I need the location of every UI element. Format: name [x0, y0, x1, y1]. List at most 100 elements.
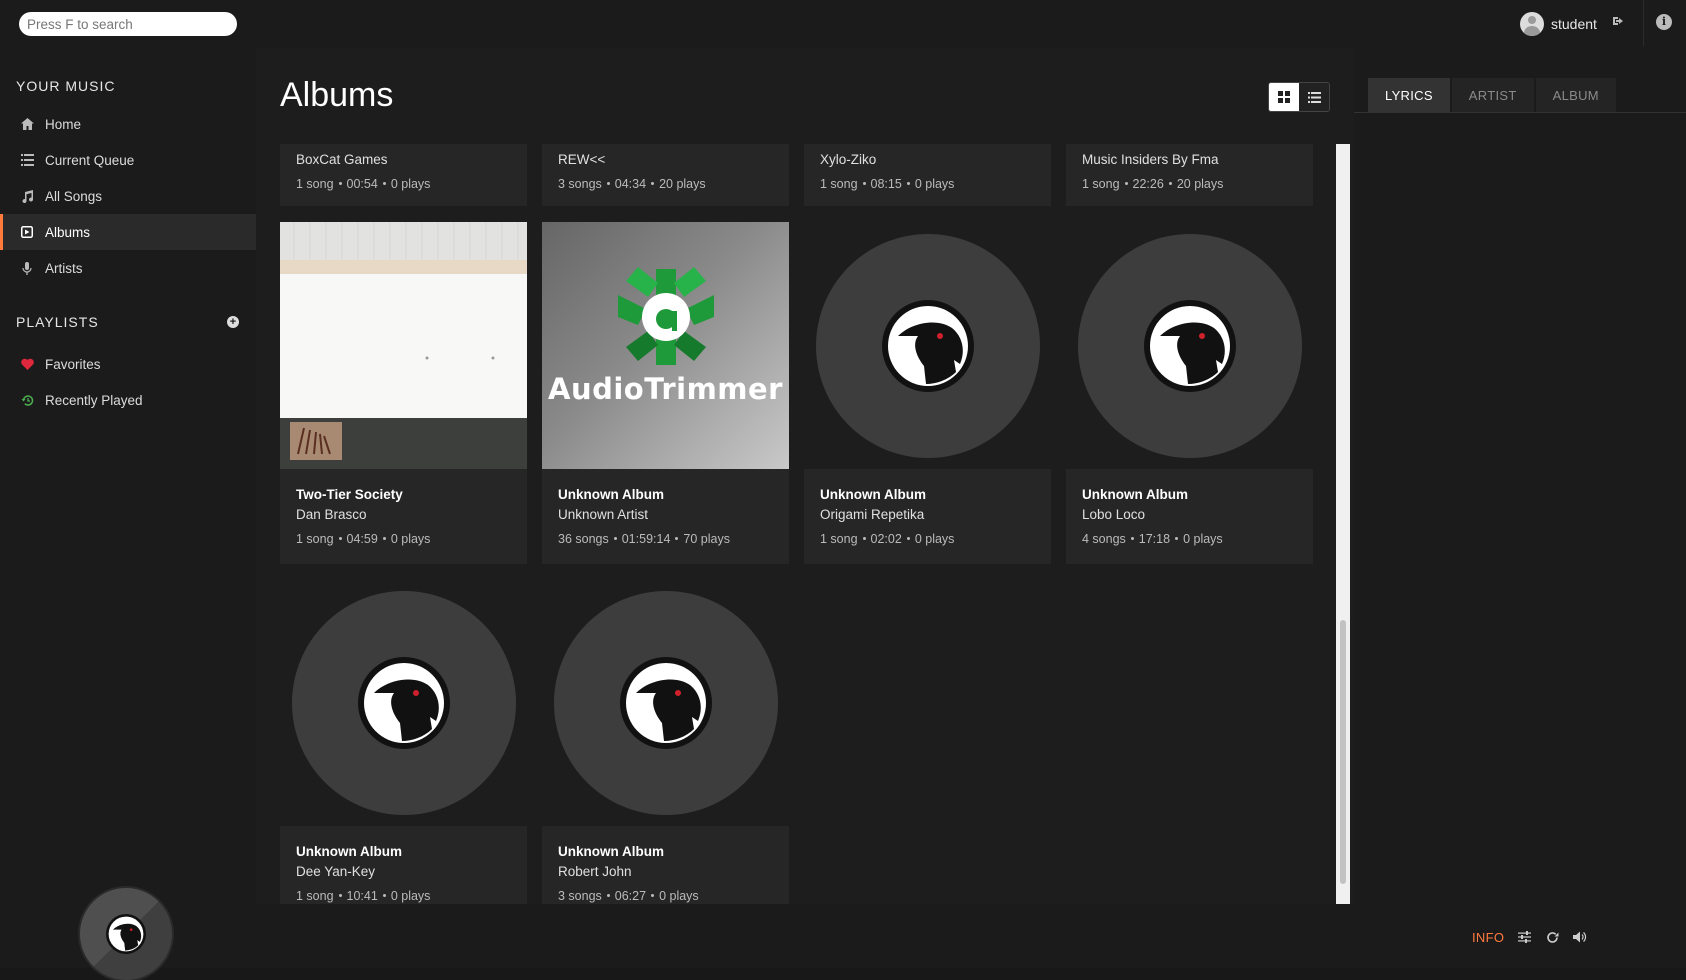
extra-panel: LYRICS ARTIST ALBUM [1354, 48, 1686, 904]
album-meta: Unknown Album Origami Repetika 1 song 02:… [804, 469, 1051, 564]
list-view-button[interactable] [1299, 83, 1329, 111]
album-artist[interactable]: Music Insiders By Fma [1082, 150, 1297, 170]
sidebar-item-label: Recently Played [45, 392, 143, 408]
logout-icon[interactable] [1612, 14, 1630, 32]
tab-album[interactable]: ALBUM [1535, 78, 1616, 112]
album-meta: REW<< 3 songs 04:34 20 plays [542, 144, 789, 206]
album-meta: Music Insiders By Fma 1 song 22:26 20 play… [1066, 144, 1313, 206]
album-meta: Unknown Album Unknown Artist 36 songs 01:… [542, 469, 789, 564]
page-title: Albums [280, 76, 394, 114]
album-icon [19, 226, 35, 238]
album-card[interactable]: Unknown Album Robert John 3 songs 06:27 0 … [542, 579, 789, 904]
equalizer-icon[interactable] [1516, 929, 1532, 945]
album-artist[interactable]: BoxCat Games [296, 150, 511, 170]
search-input[interactable] [19, 12, 237, 36]
tab-lyrics[interactable]: LYRICS [1368, 78, 1450, 112]
sidebar-item-label: All Songs [45, 188, 103, 204]
top-header: student i [0, 0, 1686, 48]
tab-artist[interactable]: ARTIST [1451, 78, 1534, 112]
info-toggle-button[interactable]: INFO [1472, 930, 1504, 945]
album-card[interactable]: Xylo-Ziko 1 song 08:15 0 plays [804, 144, 1051, 206]
sidebar-item-all-songs[interactable]: All Songs [0, 178, 256, 214]
album-stats: 1 song 08:15 0 plays [820, 177, 955, 191]
album-artist[interactable]: Origami Repetika [820, 505, 1035, 525]
playlists-heading: PLAYLISTS [16, 314, 99, 330]
sidebar-item-recently-played[interactable]: Recently Played [0, 382, 256, 418]
sidebar-item-artists[interactable]: Artists [0, 250, 256, 286]
album-title[interactable]: Unknown Album [820, 485, 1035, 505]
sidebar-item-label: Artists [45, 260, 83, 276]
crow-logo-icon [106, 914, 146, 954]
volume-icon[interactable] [1572, 929, 1588, 945]
album-meta: Unknown Album Robert John 3 songs 06:27 0 … [542, 826, 789, 904]
album-artist[interactable]: Lobo Loco [1082, 505, 1297, 525]
vinyl-placeholder [1078, 234, 1302, 458]
album-card[interactable]: Unknown Album Dee Yan-Key 1 song 10:41 0 p… [280, 579, 527, 904]
vinyl-placeholder [816, 234, 1040, 458]
album-title[interactable]: Two-Tier Society [296, 485, 511, 505]
album-cover[interactable] [542, 579, 789, 826]
album-card[interactable]: Music Insiders By Fma 1 song 22:26 20 play… [1066, 144, 1313, 206]
album-artist[interactable]: Robert John [558, 862, 773, 882]
album-card[interactable]: BoxCat Games 1 song 00:54 0 plays [280, 144, 527, 206]
album-title[interactable]: Unknown Album [558, 485, 773, 505]
scrollbar[interactable] [1336, 144, 1350, 904]
album-meta: Unknown Album Dee Yan-Key 1 song 10:41 0 p… [280, 826, 527, 904]
sidebar-item-home[interactable]: Home [0, 106, 256, 142]
album-cover[interactable] [804, 222, 1051, 469]
album-stats: 4 songs 17:18 0 plays [1082, 532, 1223, 546]
album-title[interactable]: Unknown Album [558, 842, 773, 862]
album-artist[interactable]: Dee Yan-Key [296, 862, 511, 882]
list-icon [19, 154, 35, 166]
album-meta: Two-Tier Society Dan Brasco 1 song 04:59 0… [280, 469, 527, 564]
home-icon [19, 118, 35, 130]
album-meta: Unknown Album Lobo Loco 4 songs 17:18 0 pl… [1066, 469, 1313, 564]
album-card[interactable]: AudioTrimmer Unknown Album Unknown Artis… [542, 222, 789, 564]
album-stats: 1 song 04:59 0 plays [296, 532, 431, 546]
album-card[interactable]: REW<< 3 songs 04:34 20 plays [542, 144, 789, 206]
crow-logo-icon [882, 300, 974, 392]
now-playing-cover[interactable] [80, 888, 172, 980]
player-footer [0, 904, 1686, 968]
username[interactable]: student [1551, 16, 1597, 32]
tabs-divider [1354, 112, 1686, 113]
vinyl-placeholder [554, 591, 778, 815]
sidebar-item-label: Albums [45, 224, 91, 240]
audiotrimmer-logo [618, 267, 714, 365]
album-card[interactable]: Unknown Album Origami Repetika 1 song 02:… [804, 222, 1051, 564]
album-cover[interactable] [1066, 222, 1313, 469]
album-artist[interactable]: Dan Brasco [296, 505, 511, 525]
album-stats: 36 songs 01:59:14 70 plays [558, 532, 730, 546]
crow-logo-icon [358, 657, 450, 749]
repeat-icon[interactable] [1544, 929, 1560, 945]
add-playlist-icon[interactable]: + [227, 316, 239, 328]
sidebar-item-current-queue[interactable]: Current Queue [0, 142, 256, 178]
avatar[interactable] [1520, 12, 1544, 36]
crow-logo-icon [1144, 300, 1236, 392]
scrollbar-thumb[interactable] [1340, 620, 1346, 884]
music-note-icon [19, 189, 35, 203]
album-title[interactable]: Unknown Album [1082, 485, 1297, 505]
cover-brand-text: AudioTrimmer [548, 372, 783, 406]
album-artist[interactable]: Xylo-Ziko [820, 150, 1035, 170]
album-title[interactable]: Unknown Album [296, 842, 511, 862]
footer-controls: INFO [1472, 929, 1588, 945]
album-card[interactable]: Two-Tier Society Dan Brasco 1 song 04:59 0… [280, 222, 527, 564]
album-artist[interactable]: REW<< [558, 150, 773, 170]
album-cover[interactable] [280, 222, 527, 469]
album-cover[interactable]: AudioTrimmer [542, 222, 789, 469]
album-stats: 3 songs 06:27 0 plays [558, 889, 699, 903]
sidebar-item-favorites[interactable]: Favorites [0, 346, 256, 382]
heart-icon [19, 358, 35, 370]
sidebar-item-label: Favorites [45, 356, 101, 372]
about-info-icon[interactable]: i [1656, 14, 1672, 30]
grid-view-button[interactable] [1269, 83, 1299, 111]
album-cover[interactable] [280, 579, 527, 826]
sidebar-item-albums[interactable]: Albums [0, 214, 256, 250]
sidebar: YOUR MUSIC Home Current Queue All Songs … [0, 48, 256, 904]
user-menu[interactable]: student [1520, 12, 1597, 36]
album-card[interactable]: Unknown Album Lobo Loco 4 songs 17:18 0 pl… [1066, 222, 1313, 564]
album-artist[interactable]: Unknown Artist [558, 505, 773, 525]
extra-panel-tabs: LYRICS ARTIST ALBUM [1368, 78, 1618, 112]
view-toggle [1268, 82, 1330, 112]
